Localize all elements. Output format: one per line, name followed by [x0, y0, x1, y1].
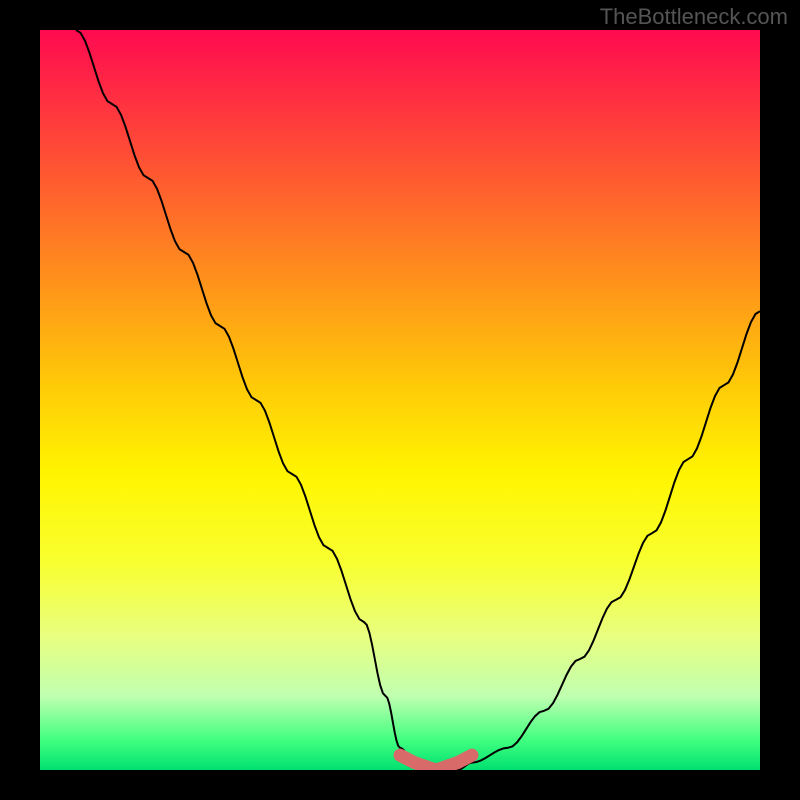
- bottleneck-curve-line: [76, 30, 760, 770]
- watermark-text: TheBottleneck.com: [600, 4, 788, 30]
- chart-svg: [40, 30, 760, 770]
- chart-plot-area: [40, 30, 760, 770]
- optimal-zone-marker-line: [400, 755, 472, 770]
